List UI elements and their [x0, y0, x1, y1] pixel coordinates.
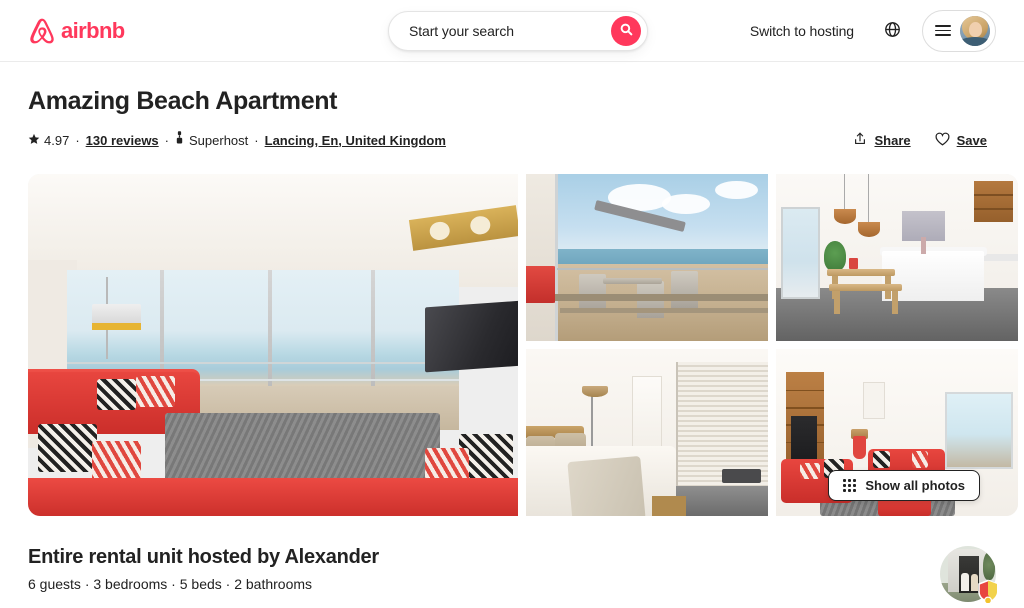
search-bar[interactable]: Start your search — [388, 11, 648, 51]
save-label: Save — [956, 132, 987, 148]
show-all-photos-button[interactable]: Show all photos — [828, 470, 980, 501]
rating-value: 4.97 — [44, 132, 70, 148]
listing-meta-bar: 4.97 · 130 reviews · Superhost · Lancing… — [28, 124, 996, 156]
airbnb-bird-logo-icon — [28, 16, 56, 46]
search-input-placeholder[interactable]: Start your search — [409, 23, 611, 39]
superhost-label: Superhost — [189, 132, 249, 148]
search-icon — [620, 23, 633, 39]
share-save-group: Share Save — [844, 124, 996, 156]
header-actions: Switch to hosting — [736, 9, 996, 52]
photo-gallery: Show all photos — [28, 174, 1018, 516]
host-details: 6 guests · 3 bedrooms · 5 beds · 2 bathr… — [28, 576, 313, 592]
user-menu-button[interactable] — [922, 9, 996, 52]
switch-to-hosting-button[interactable]: Switch to hosting — [736, 11, 868, 51]
title-block: Amazing Beach Apartment 4.97 · 130 revie… — [28, 62, 996, 156]
host-info: Entire rental unit hosted by Alexander 6… — [28, 546, 790, 592]
search-button[interactable] — [611, 16, 641, 46]
host-avatar-wrapper[interactable] — [940, 546, 999, 605]
meta-separator-2: · — [164, 132, 170, 148]
location-link[interactable]: Lancing, En, United Kingdom — [265, 133, 446, 148]
meta-separator-3: · — [254, 132, 259, 148]
superhost-group: Superhost — [175, 131, 248, 149]
share-button[interactable]: Share — [844, 124, 919, 156]
superhost-shield-badge-icon — [977, 579, 999, 605]
star-icon — [28, 133, 40, 147]
page-title: Amazing Beach Apartment — [28, 87, 338, 115]
gallery-photo-balcony[interactable] — [526, 174, 768, 341]
rating-group: 4.97 — [28, 133, 69, 148]
gallery-photo-main[interactable] — [28, 174, 518, 516]
superhost-badge-icon — [175, 131, 184, 149]
logo-wordmark: airbnb — [61, 17, 125, 43]
airbnb-logo[interactable]: airbnb — [28, 16, 125, 46]
globe-icon — [884, 21, 901, 41]
show-all-photos-label: Show all photos — [865, 478, 965, 493]
share-label: Share — [874, 132, 911, 148]
gallery-photo-bedroom[interactable] — [526, 349, 768, 516]
meta-separator-1: · — [75, 132, 80, 148]
host-title: Entire rental unit hosted by Alexander — [28, 546, 379, 568]
share-upload-icon — [853, 131, 867, 149]
reviews-link[interactable]: 130 reviews — [86, 133, 159, 148]
save-button[interactable]: Save — [926, 125, 996, 156]
hamburger-menu-icon — [935, 25, 951, 36]
site-header: airbnb Start your search Switch to hosti… — [0, 0, 1024, 62]
gallery-photo-dining-kitchen[interactable] — [776, 174, 1018, 341]
grid-dots-icon — [843, 479, 857, 492]
user-avatar — [960, 15, 990, 46]
host-section: Entire rental unit hosted by Alexander 6… — [0, 516, 1024, 605]
listing-header-section: Amazing Beach Apartment 4.97 · 130 revie… — [0, 62, 1024, 516]
heart-icon — [935, 132, 950, 149]
language-globe-button[interactable] — [872, 11, 912, 51]
